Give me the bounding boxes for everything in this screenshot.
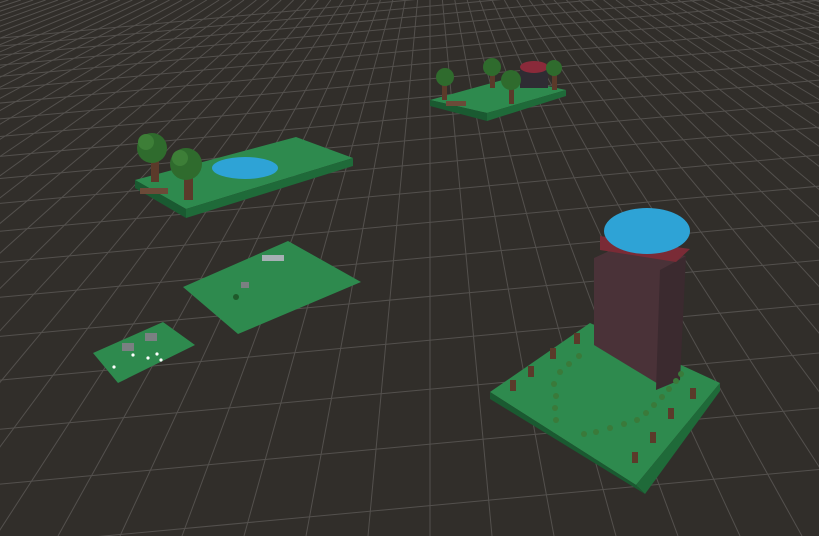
small-bench — [262, 255, 284, 261]
small-block — [122, 343, 134, 351]
bench — [446, 101, 466, 106]
gazebo — [520, 61, 548, 88]
small-block — [145, 333, 157, 341]
small-bush — [233, 294, 239, 300]
rooftop-dome — [604, 208, 690, 254]
pond — [212, 157, 278, 179]
small-block — [241, 282, 249, 288]
scene-viewport[interactable] — [0, 0, 819, 536]
scene-canvas[interactable] — [0, 0, 819, 536]
bench — [140, 188, 168, 194]
